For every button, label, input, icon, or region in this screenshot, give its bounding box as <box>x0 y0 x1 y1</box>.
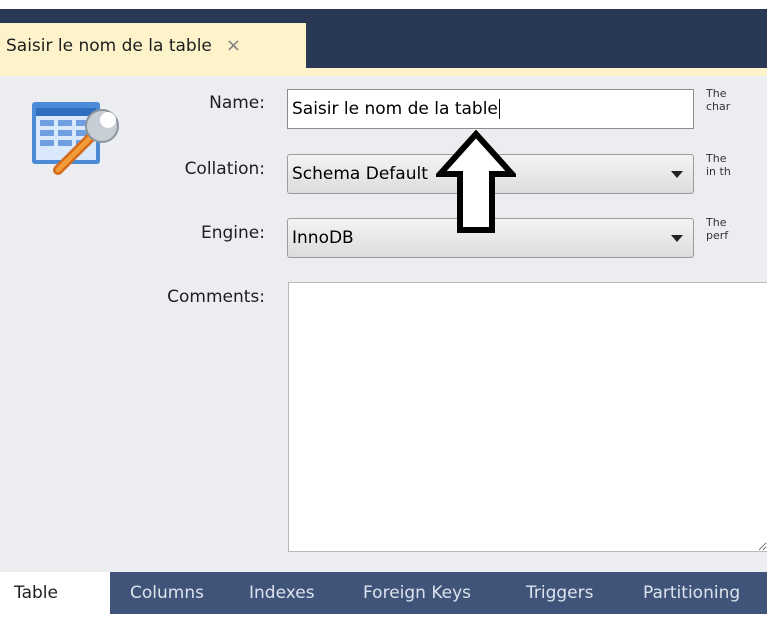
text-cursor <box>498 99 500 119</box>
tab-foreign-keys[interactable]: Foreign Keys <box>363 572 471 614</box>
tab-columns[interactable]: Columns <box>130 572 204 614</box>
table-name-input[interactable]: Saisir le nom de la table <box>287 89 694 129</box>
editor-tab[interactable]: Saisir le nom de la table × <box>0 23 306 68</box>
close-icon[interactable]: × <box>226 35 241 56</box>
engine-label: Engine: <box>201 223 265 243</box>
collation-hint: The in th <box>706 152 731 178</box>
annotation-arrow-icon <box>436 130 516 233</box>
chevron-down-icon <box>671 171 683 178</box>
name-hint: The char <box>706 87 731 113</box>
engine-hint: The perf <box>706 216 729 242</box>
tab-partitioning[interactable]: Partitioning <box>643 572 740 614</box>
bottom-strip <box>0 614 767 622</box>
collation-value: Schema Default <box>292 164 428 184</box>
tab-indexes[interactable]: Indexes <box>249 572 315 614</box>
tab-triggers[interactable]: Triggers <box>526 572 594 614</box>
comments-label: Comments: <box>167 287 265 307</box>
chevron-down-icon <box>671 235 683 242</box>
editor-tab-title: Saisir le nom de la table <box>6 35 212 56</box>
table-name-value: Saisir le nom de la table <box>292 99 498 119</box>
engine-value: InnoDB <box>292 228 354 248</box>
table-settings-icon <box>32 102 119 175</box>
name-label: Name: <box>209 93 265 113</box>
comments-textarea[interactable] <box>288 282 767 552</box>
tab-underline <box>0 68 767 76</box>
collation-label: Collation: <box>184 159 265 179</box>
table-editor-panel: Name: Saisir le nom de la table The char… <box>0 76 767 572</box>
tab-table[interactable]: Table <box>0 572 110 614</box>
